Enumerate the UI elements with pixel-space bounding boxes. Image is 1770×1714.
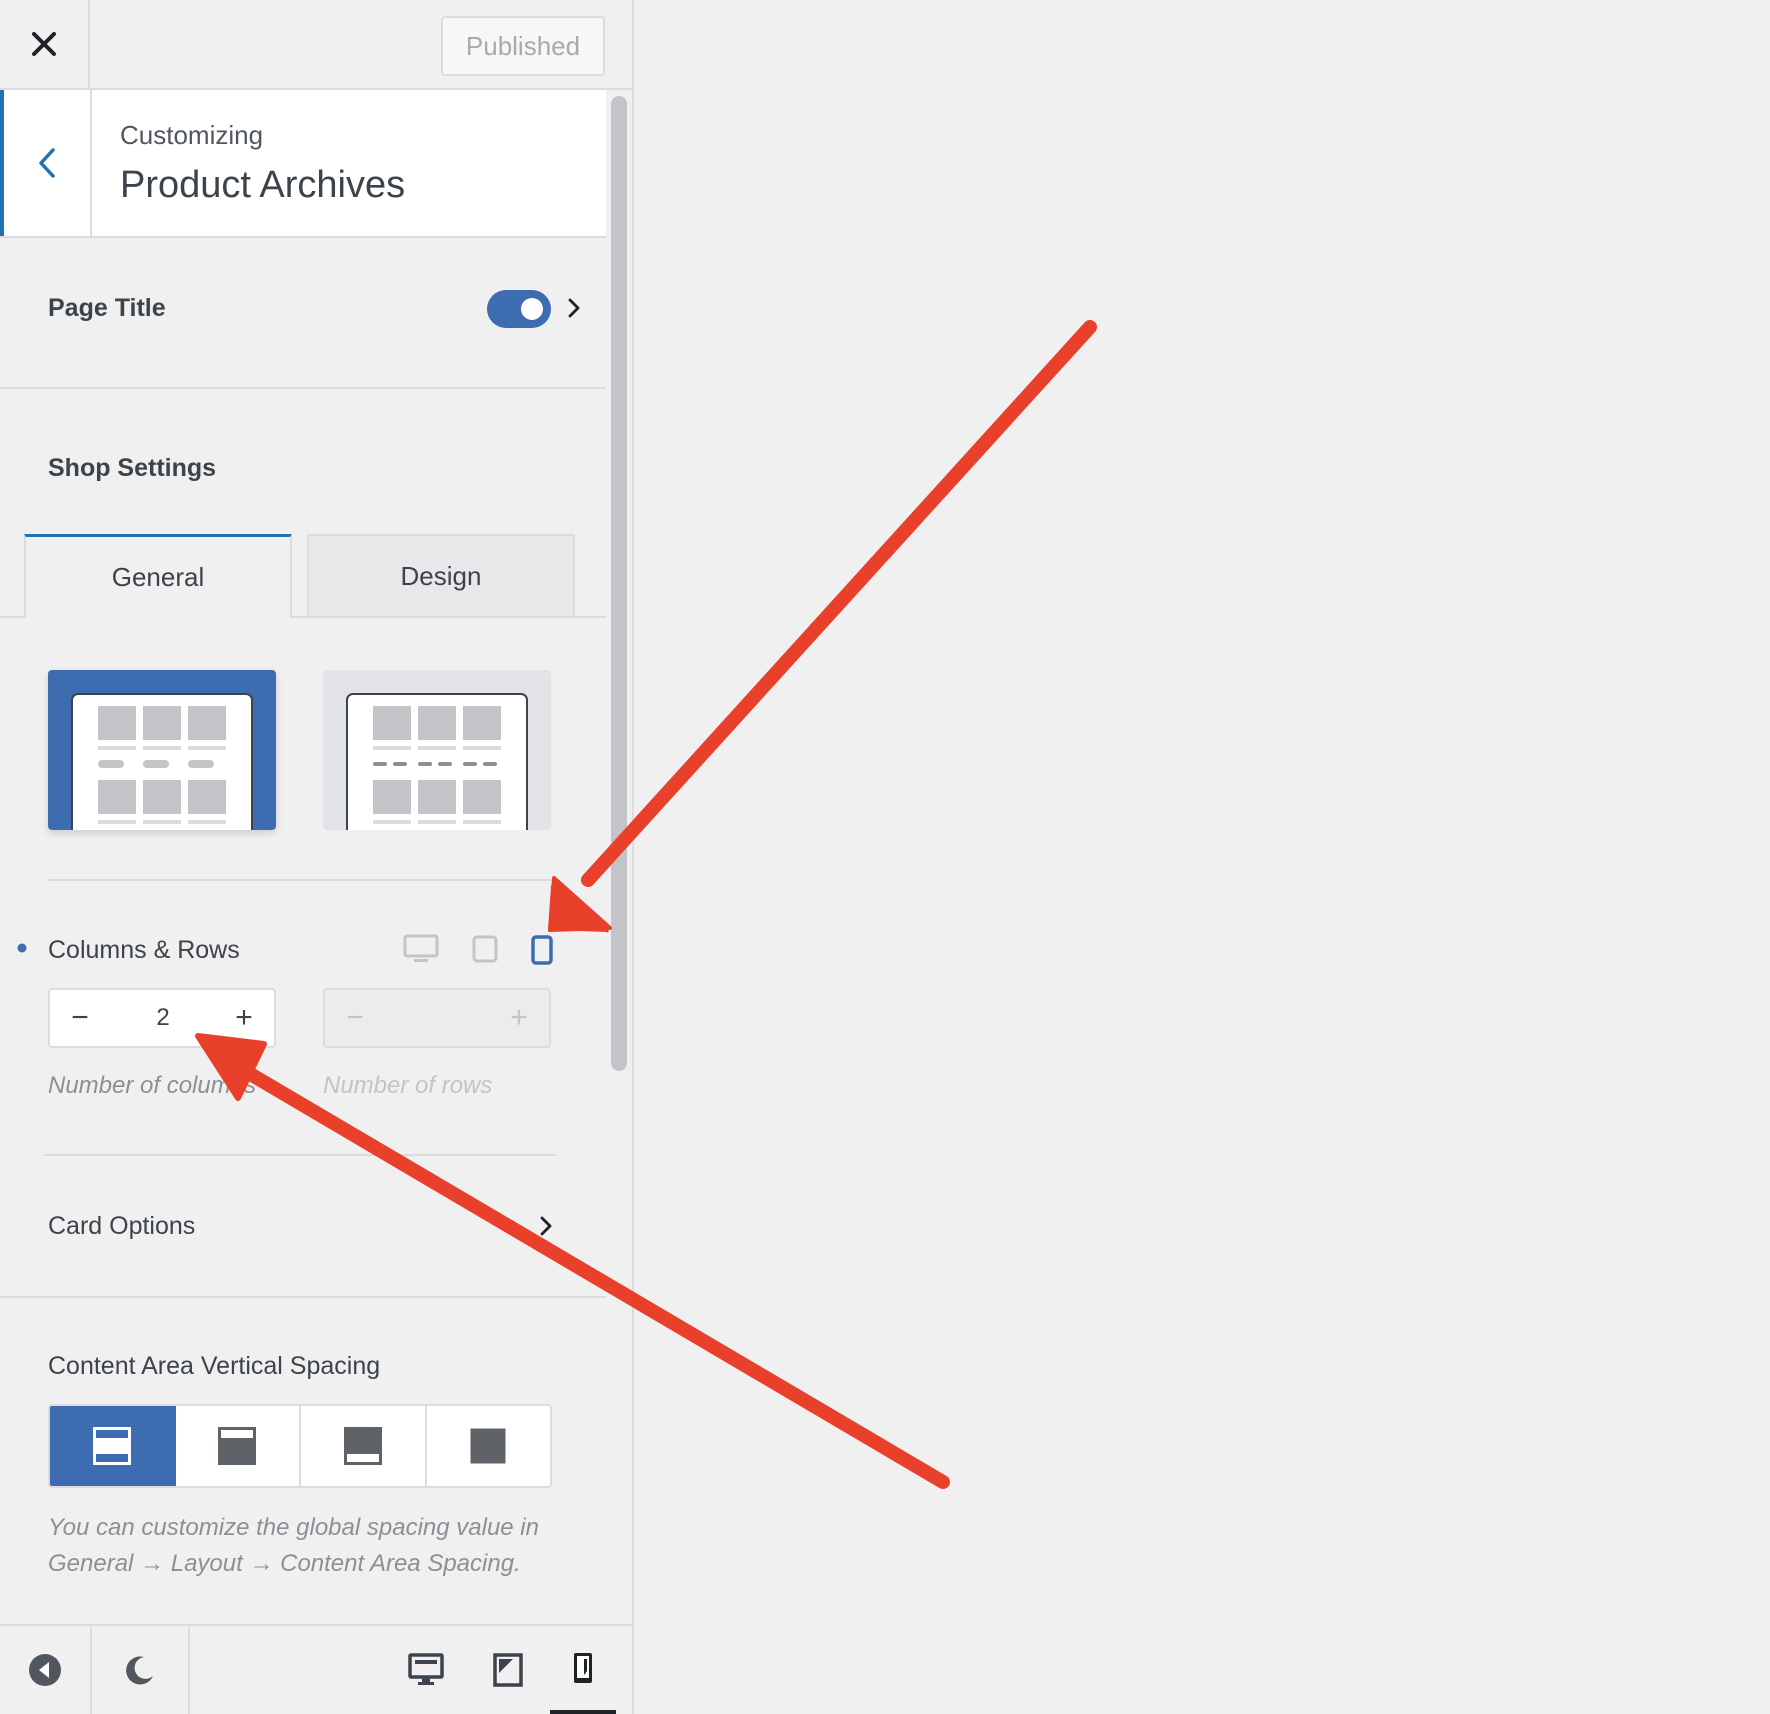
toggle-knob [521,298,543,320]
desktop-icon [408,1653,444,1685]
card-options-label[interactable]: Card Options [48,1212,195,1241]
rows-increment-button[interactable]: + [491,990,547,1046]
rows-stepper: − + [323,988,551,1048]
divider [48,879,552,881]
tab-design[interactable]: Design [307,534,575,618]
page-title-toggle[interactable] [487,290,551,328]
site-preview-area[interactable] [636,0,1770,1714]
close-button[interactable] [0,0,90,88]
grid-layout-1-icon [71,693,253,830]
published-button[interactable]: Published [441,16,605,76]
columns-increment-button[interactable]: + [216,990,272,1046]
columns-rows-label: Columns & Rows [48,936,240,964]
columns-decrement-button[interactable]: − [52,990,108,1046]
divider [0,387,606,389]
dark-mode-button[interactable] [92,1626,190,1714]
customizer-topbar: Published [0,0,632,90]
customizer-footer [0,1624,632,1714]
spacing-help-text: You can customize the global spacing val… [48,1514,539,1577]
layout-option-1[interactable] [48,670,276,830]
desktop-icon[interactable] [403,934,439,964]
layout-option-2[interactable] [323,670,551,830]
shop-settings-heading: Shop Settings [48,454,217,482]
spacing-option-only-bottom[interactable] [301,1406,427,1486]
close-icon [32,32,56,56]
scrollbar-thumb[interactable] [611,96,627,1071]
section-header: Customizing Product Archives [0,90,606,238]
spacing-top-icon [218,1427,257,1465]
section-title: Product Archives [120,164,406,206]
responsive-indicator-dot [17,943,27,953]
preview-desktop-button[interactable] [400,1626,452,1714]
chevron-right-icon[interactable] [538,1214,554,1238]
chevron-left-icon [39,148,55,178]
chevron-right-icon[interactable] [566,296,582,320]
customizer-sidebar: Published Customizing Product Archives P… [0,0,634,1714]
rows-value[interactable] [395,990,481,1046]
divider [44,1154,556,1156]
tab-general[interactable]: General [24,534,292,618]
divider [0,1296,606,1298]
back-button[interactable] [0,90,92,236]
columns-stepper: − 2 + [48,988,276,1048]
rows-help-text: Number of rows [323,1072,493,1099]
tablet-icon [493,1653,523,1687]
spacing-option-top-and-bottom[interactable] [50,1406,176,1486]
preview-tablet-button[interactable] [482,1626,534,1714]
customizing-label: Customizing [120,120,264,150]
tablet-icon[interactable] [471,934,499,964]
spacing-option-only-top[interactable] [176,1406,301,1486]
mobile-icon[interactable] [529,934,555,966]
mobile-icon [574,1653,592,1683]
collapse-icon [29,1654,61,1686]
page-title-label: Page Title [48,294,166,322]
preview-mobile-button[interactable] [550,1626,616,1714]
rows-decrement-button[interactable]: − [327,990,383,1046]
spacing-top-bottom-icon [92,1427,131,1465]
content-spacing-options [48,1404,552,1488]
content-spacing-label: Content Area Vertical Spacing [48,1352,381,1380]
spacing-bottom-icon [343,1427,382,1465]
grid-layout-2-icon [346,693,528,830]
collapse-sidebar-button[interactable] [0,1626,92,1714]
spacing-none-icon [470,1428,506,1464]
columns-value[interactable]: 2 [120,990,206,1046]
columns-help-text: Number of columns [48,1072,257,1099]
spacing-option-disabled[interactable] [427,1406,551,1486]
moon-icon [126,1656,153,1685]
